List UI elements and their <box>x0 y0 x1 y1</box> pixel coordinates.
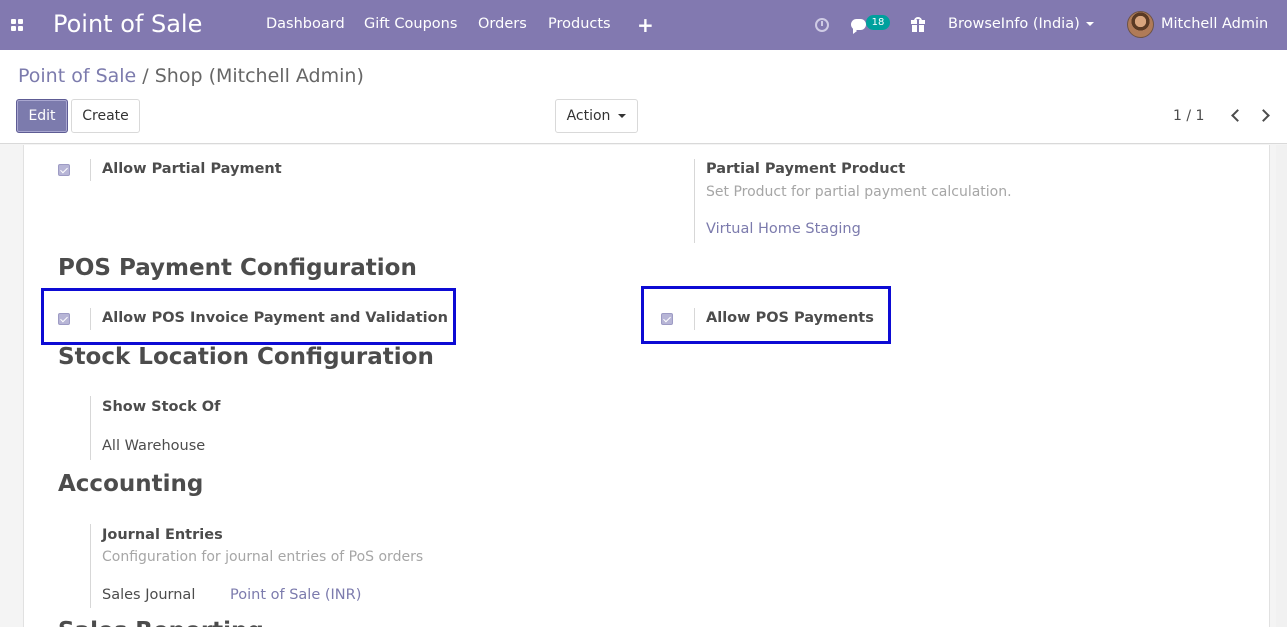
sales-journal-label: Sales Journal <box>102 587 196 603</box>
menu-gift-coupons[interactable]: Gift Coupons <box>364 16 457 32</box>
divider <box>694 159 695 243</box>
show-stock-of-value: All Warehouse <box>102 438 206 454</box>
company-name: BrowseInfo (India) <box>948 16 1080 32</box>
allow-partial-payment-label: Allow Partial Payment <box>102 161 282 177</box>
apps-grid-icon[interactable] <box>11 19 24 32</box>
allow-pos-invoice-label: Allow POS Invoice Payment and Validation <box>102 310 448 326</box>
chevron-right-icon[interactable] <box>1257 109 1270 122</box>
allow-pos-payments-label: Allow POS Payments <box>706 310 874 326</box>
edit-button[interactable]: Edit <box>16 99 68 133</box>
divider <box>90 159 91 181</box>
menu-orders[interactable]: Orders <box>478 16 527 32</box>
breadcrumb-parent[interactable]: Point of Sale <box>18 65 136 87</box>
breadcrumb: Point of Sale / Shop (Mitchell Admin) <box>18 65 364 87</box>
journal-entries-help: Configuration for journal entries of PoS… <box>102 549 424 565</box>
chat-count-badge: 18 <box>866 15 890 30</box>
partial-payment-product-label: Partial Payment Product <box>706 161 906 177</box>
chat-icon[interactable] <box>851 19 866 34</box>
divider <box>694 308 695 330</box>
caret-down-icon <box>1085 22 1094 26</box>
gift-icon[interactable] <box>911 17 925 32</box>
divider <box>90 308 91 330</box>
divider <box>90 524 91 608</box>
allow-pos-invoice-checkbox[interactable] <box>58 313 70 325</box>
action-label: Action <box>566 108 611 124</box>
partial-payment-product-help: Set Product for partial payment calculat… <box>706 184 1012 200</box>
breadcrumb-current: Shop (Mitchell Admin) <box>154 65 364 87</box>
menu-dashboard[interactable]: Dashboard <box>266 16 345 32</box>
create-button[interactable]: Create <box>71 99 140 133</box>
breadcrumb-separator: / <box>142 65 149 87</box>
caret-down-icon <box>618 114 627 118</box>
stock-location-configuration-title: Stock Location Configuration <box>58 344 434 370</box>
pos-payment-configuration-title: POS Payment Configuration <box>58 255 417 281</box>
allow-pos-payments-checkbox[interactable] <box>661 313 673 325</box>
user-menu[interactable]: Mitchell Admin <box>1161 16 1268 32</box>
control-panel: Point of Sale / Shop (Mitchell Admin) Ed… <box>0 50 1287 144</box>
show-stock-of-label: Show Stock Of <box>102 399 221 415</box>
allow-partial-payment-checkbox[interactable] <box>58 164 70 176</box>
accounting-title: Accounting <box>58 471 204 497</box>
clock-icon[interactable] <box>815 18 829 32</box>
journal-entries-label: Journal Entries <box>102 527 223 543</box>
avatar[interactable] <box>1127 11 1154 38</box>
pager-counter: 1 / 1 <box>1173 108 1205 124</box>
action-dropdown[interactable]: Action <box>555 99 638 133</box>
sales-reporting-title: Sales Reporting <box>58 618 264 627</box>
plus-icon[interactable]: + <box>637 13 654 37</box>
divider <box>90 396 91 460</box>
company-switcher[interactable]: BrowseInfo (India) <box>948 16 1094 32</box>
top-navbar: Point of Sale Dashboard Gift Coupons Ord… <box>0 0 1287 50</box>
menu-products[interactable]: Products <box>548 16 611 32</box>
partial-payment-product-value[interactable]: Virtual Home Staging <box>706 221 861 237</box>
sales-journal-value[interactable]: Point of Sale (INR) <box>230 587 361 603</box>
scrollbar[interactable] <box>1276 145 1287 627</box>
app-title: Point of Sale <box>53 10 203 38</box>
chevron-left-icon[interactable] <box>1231 109 1244 122</box>
